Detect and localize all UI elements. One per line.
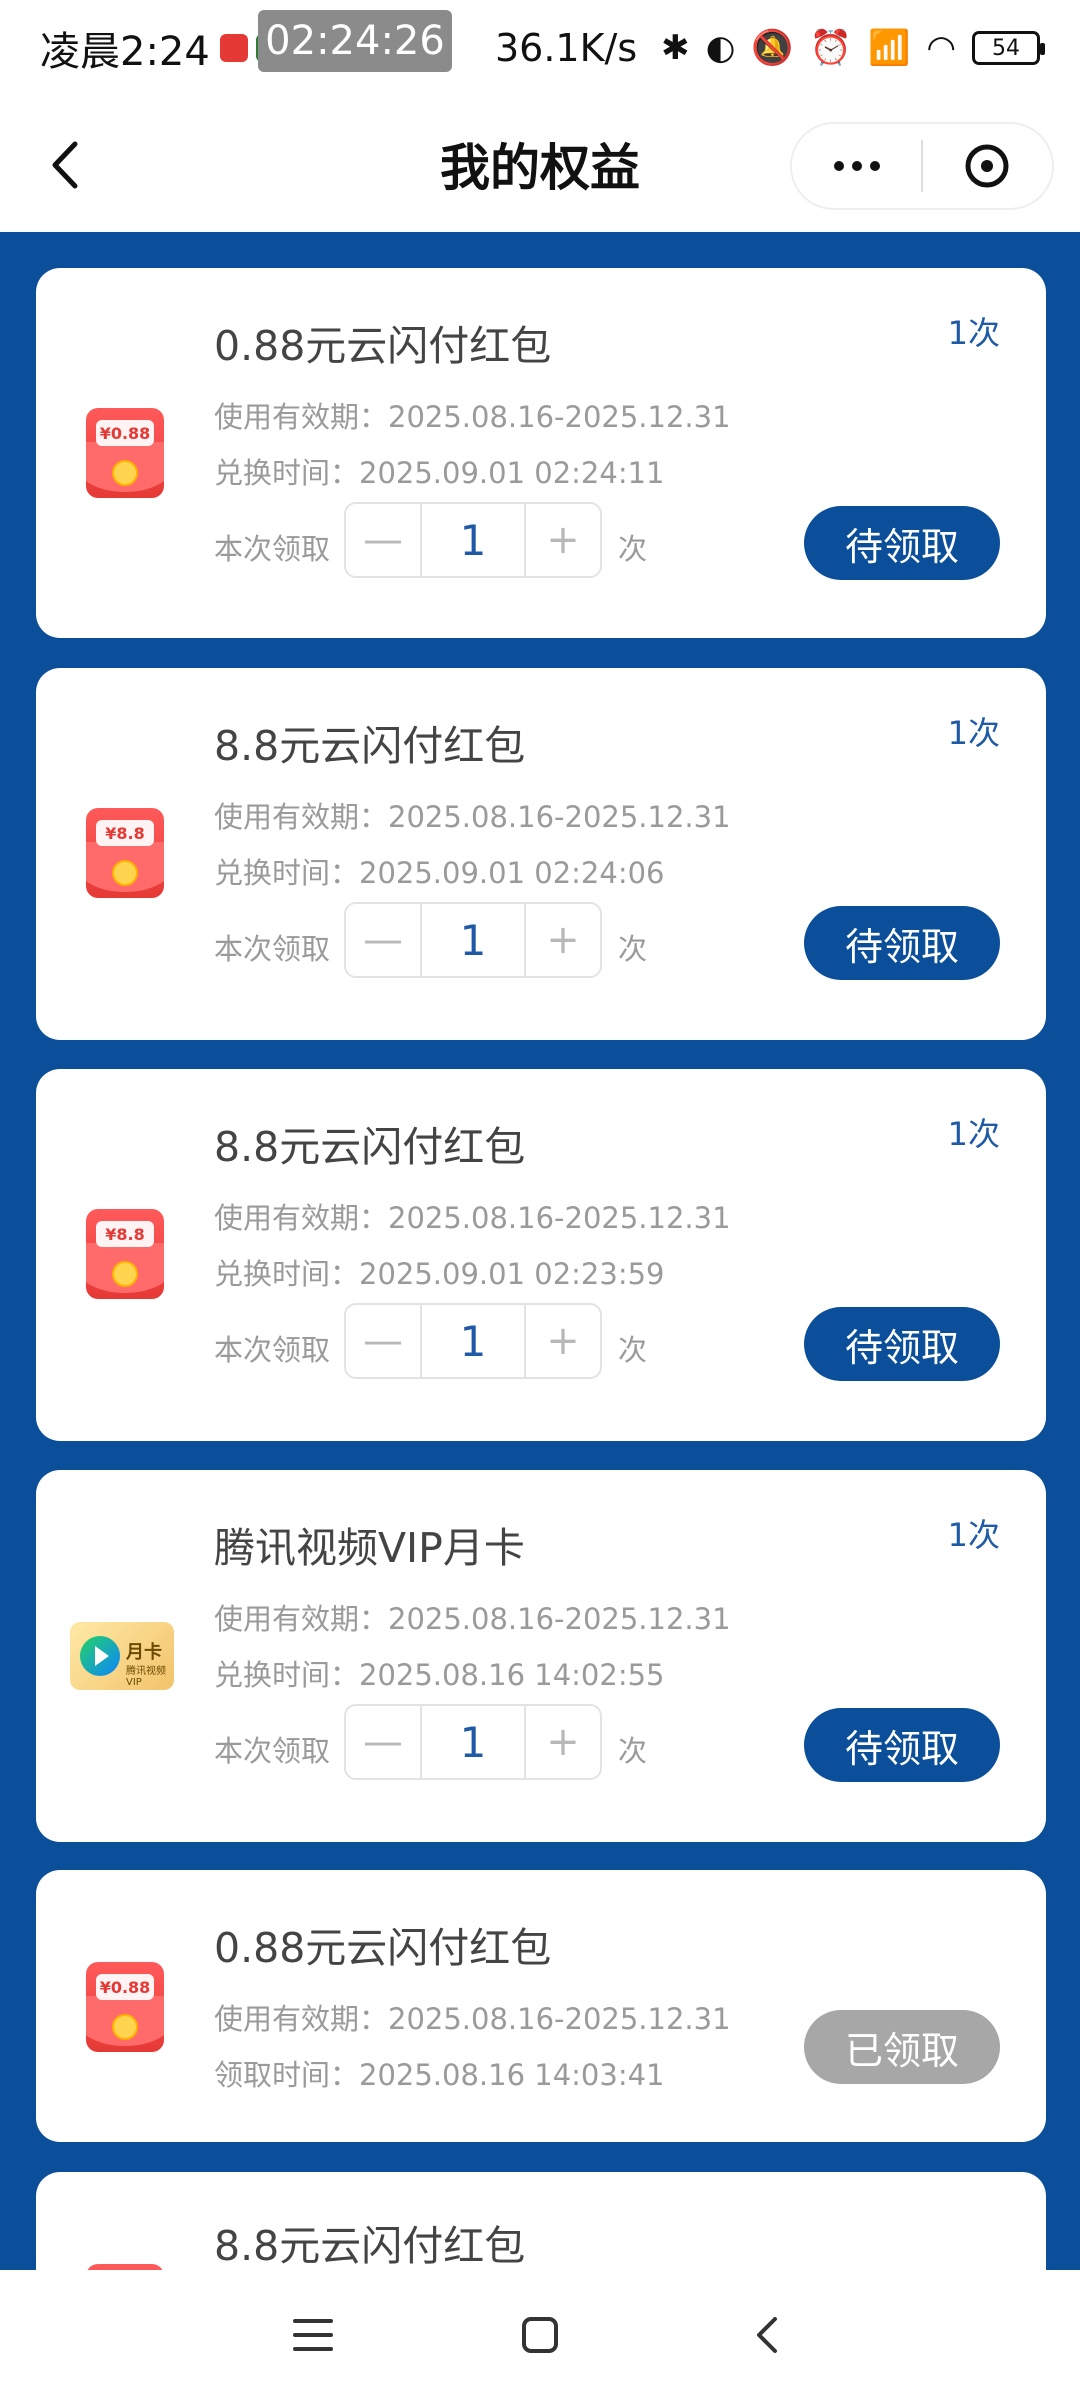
benefit-card: ¥8.8 8.8元云闪付红包 1次 使用有效期：2025.08.16-2025.… <box>36 1069 1046 1441</box>
card-validity: 使用有效期：2025.08.16-2025.12.31 <box>214 400 731 434</box>
signal-icon: 📶 <box>867 28 911 68</box>
plus-button[interactable]: + <box>526 1706 600 1778</box>
red-packet-amount: ¥0.88 <box>96 420 154 446</box>
benefit-card: ¥0.88 0.88元云闪付红包 1次 使用有效期：2025.08.16-202… <box>36 268 1046 638</box>
menu-icon[interactable] <box>281 2303 345 2367</box>
benefit-card: ¥8.8 8.8元云闪付红包 1次 使用有效期：2025.08.16-2025.… <box>36 668 1046 1040</box>
benefit-card: ¥0.88 0.88元云闪付红包 使用有效期：2025.08.16-2025.1… <box>36 1870 1046 2142</box>
back-triangle-icon[interactable] <box>735 2303 799 2367</box>
card-validity: 使用有效期：2025.08.16-2025.12.31 <box>214 800 731 834</box>
card-count: 1次 <box>947 1115 1000 1153</box>
claim-button[interactable]: 待领取 <box>804 1708 1000 1782</box>
battery-icon: 54 <box>972 31 1045 65</box>
qty-unit: 次 <box>618 932 648 966</box>
quantity-stepper: — 1 + <box>344 502 602 578</box>
quantity-stepper: — 1 + <box>344 902 602 978</box>
top-nav-bar: 我的权益 <box>0 96 1080 232</box>
close-circle-icon[interactable] <box>923 124 1052 208</box>
more-dots-icon[interactable] <box>792 124 921 208</box>
minus-button[interactable]: — <box>346 1706 420 1778</box>
card-validity: 使用有效期：2025.08.16-2025.12.31 <box>214 1201 731 1235</box>
card-title: 0.88元云闪付红包 <box>214 322 552 370</box>
tencent-video-vip-icon: 月卡腾讯视频VIP <box>70 1610 180 1706</box>
quantity-value[interactable]: 1 <box>420 904 526 976</box>
card-time: 兑换时间：2025.09.01 02:24:06 <box>214 856 665 890</box>
card-title: 0.88元云闪付红包 <box>214 1924 552 1972</box>
card-time: 兑换时间：2025.08.16 14:02:55 <box>214 1658 665 1692</box>
claim-button[interactable]: 待领取 <box>804 906 1000 980</box>
red-packet-icon: ¥8.8 <box>80 808 170 904</box>
qty-unit: 次 <box>618 532 648 566</box>
minus-button[interactable]: — <box>346 504 420 576</box>
red-packet-icon: ¥8.8 <box>80 1209 170 1305</box>
page-title: 我的权益 <box>440 139 640 197</box>
plus-button[interactable]: + <box>526 904 600 976</box>
qty-label: 本次领取 <box>214 1734 331 1768</box>
battery-level: 54 <box>992 35 1020 61</box>
network-speed: 36.1K/s <box>494 26 638 70</box>
card-count: 1次 <box>947 1516 1000 1554</box>
quantity-stepper: — 1 + <box>344 1704 602 1780</box>
quantity-stepper: — 1 + <box>344 1303 602 1379</box>
chevron-left-icon[interactable] <box>40 140 90 190</box>
status-right-group: 36.1K/s ✱ ◐ 🔕 ⏰ 📶 ◠ 54 <box>494 26 1045 70</box>
home-square-icon[interactable] <box>508 2303 572 2367</box>
toggle-icon: ◐ <box>705 28 736 68</box>
wifi-icon: ◠ <box>926 28 956 68</box>
red-packet-amount: ¥0.88 <box>96 1974 154 2000</box>
claim-button[interactable]: 待领取 <box>804 1307 1000 1381</box>
card-title: 腾讯视频VIP月卡 <box>214 1524 525 1572</box>
card-validity: 使用有效期：2025.08.16-2025.12.31 <box>214 2002 731 2036</box>
card-validity: 使用有效期：2025.08.16-2025.12.31 <box>214 1602 731 1636</box>
card-time: 兑换时间：2025.09.01 02:24:11 <box>214 456 665 490</box>
vip-card-sub: 腾讯视频VIP <box>126 1666 166 1688</box>
app-notification-icon <box>219 34 248 62</box>
red-packet-icon: ¥0.88 <box>80 1962 170 2058</box>
card-title: 8.8元云闪付红包 <box>214 1123 526 1171</box>
qty-label: 本次领取 <box>214 532 331 566</box>
red-packet-amount: ¥8.8 <box>96 820 154 846</box>
red-packet-amount: ¥8.8 <box>96 1221 154 1247</box>
qty-unit: 次 <box>618 1734 648 1768</box>
card-time: 领取时间：2025.08.16 14:03:41 <box>214 2058 665 2092</box>
bluetooth-icon: ✱ <box>661 28 690 68</box>
benefit-card: 月卡 腾讯视频VIP 腾讯视频VIP月卡 1次 使用有效期：2025.08.16-… <box>36 1470 1046 1842</box>
quantity-value[interactable]: 1 <box>420 1706 526 1778</box>
screen-recording-timer: 02:24:26 <box>258 10 452 72</box>
alarm-icon: ⏰ <box>809 28 852 68</box>
mini-program-capsule <box>790 122 1054 210</box>
mute-icon: 🔕 <box>751 28 794 68</box>
plus-button[interactable]: + <box>526 504 600 576</box>
minus-button[interactable]: — <box>346 1305 420 1377</box>
card-title: 8.8元云闪付红包 <box>214 2222 526 2270</box>
card-count: 1次 <box>947 714 1000 752</box>
card-title: 8.8元云闪付红包 <box>214 722 526 770</box>
status-bar: 凌晨2:24 02:24:26 36.1K/s ✱ ◐ 🔕 ⏰ 📶 ◠ 54 <box>0 0 1080 96</box>
plus-button[interactable]: + <box>526 1305 600 1377</box>
status-time: 凌晨2:24 <box>40 29 210 75</box>
claimed-button: 已领取 <box>804 2010 1000 2084</box>
qty-unit: 次 <box>618 1333 648 1367</box>
quantity-value[interactable]: 1 <box>420 504 526 576</box>
qty-label: 本次领取 <box>214 932 331 966</box>
system-nav-bar <box>0 2270 1080 2400</box>
qty-label: 本次领取 <box>214 1333 331 1367</box>
claim-button[interactable]: 待领取 <box>804 506 1000 580</box>
card-time: 兑换时间：2025.09.01 02:23:59 <box>214 1257 665 1291</box>
vip-card-label: 月卡 <box>126 1642 162 1663</box>
quantity-value[interactable]: 1 <box>420 1305 526 1377</box>
card-count: 1次 <box>947 314 1000 352</box>
red-packet-icon: ¥0.88 <box>80 408 170 504</box>
minus-button[interactable]: — <box>346 904 420 976</box>
